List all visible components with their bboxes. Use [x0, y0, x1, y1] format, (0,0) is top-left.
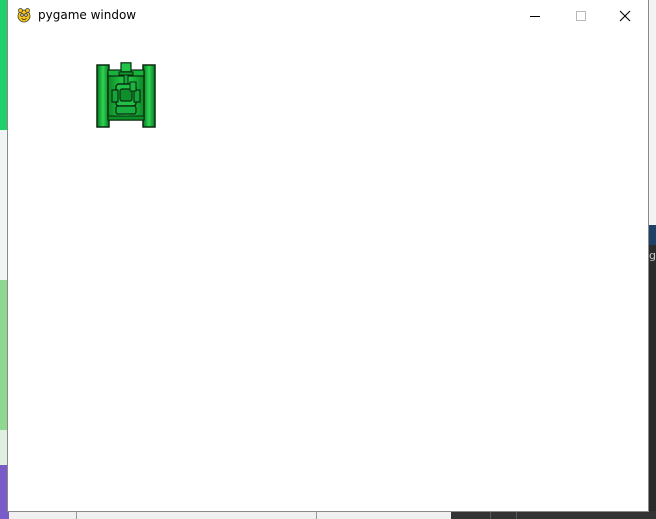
background-app-edge [648, 225, 656, 245]
background-app-divider [76, 511, 77, 519]
game-canvas[interactable] [8, 31, 648, 511]
background-app-edge [648, 245, 656, 519]
background-app-divider [516, 511, 517, 519]
minimize-button[interactable] [512, 0, 558, 31]
minimize-icon [530, 15, 540, 17]
maximize-icon [576, 10, 586, 21]
background-app-edge [451, 511, 656, 519]
window-title: pygame window [38, 8, 137, 22]
background-app-edge [648, 0, 656, 225]
tank-icon [96, 62, 156, 128]
maximize-button[interactable] [558, 0, 604, 31]
background-app-glyph: g [649, 249, 656, 262]
title-bar[interactable]: pygame window [8, 0, 648, 31]
background-app-divider [316, 511, 317, 519]
pygame-snake-icon[interactable] [16, 7, 32, 23]
close-icon [619, 10, 631, 21]
desktop: g pygame window [0, 0, 656, 519]
close-button[interactable] [602, 0, 648, 31]
pygame-window[interactable]: pygame window [8, 0, 648, 511]
background-app-divider [490, 511, 491, 519]
